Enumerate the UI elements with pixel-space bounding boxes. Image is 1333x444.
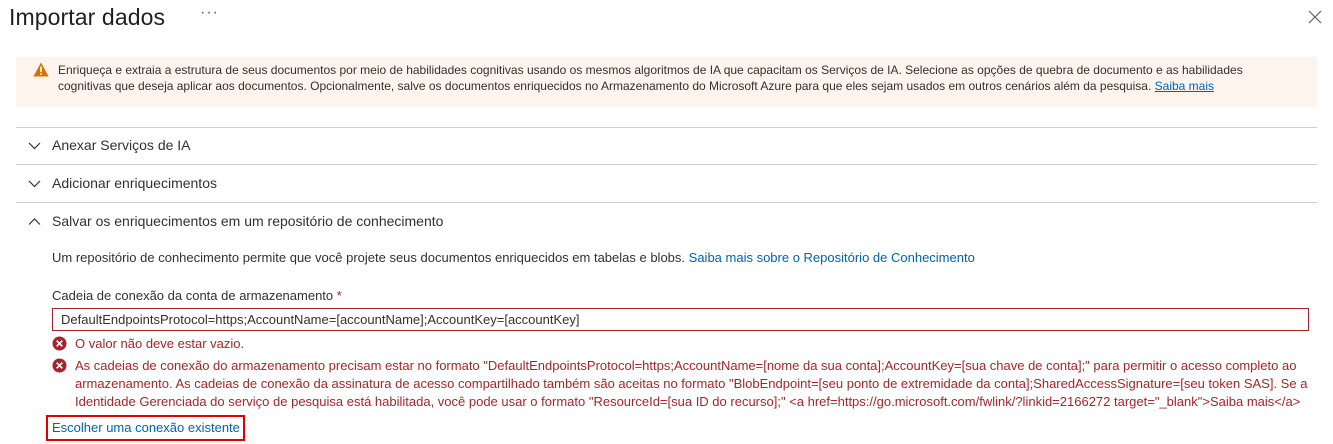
error-icon xyxy=(52,358,67,373)
section-add-enrichments[interactable]: Adicionar enriquecimentos xyxy=(16,166,1317,202)
learn-more-link[interactable]: Saiba mais xyxy=(1155,79,1214,93)
divider xyxy=(16,164,1317,165)
section-attach-ai-services[interactable]: Anexar Serviços de IA xyxy=(16,128,1317,164)
knowledge-store-learn-more-link[interactable]: Saiba mais sobre o Repositório de Conhec… xyxy=(689,250,975,265)
choose-existing-connection-label: Escolher uma conexão existente xyxy=(52,420,240,435)
error-message: O valor não deve estar vazio. xyxy=(52,335,452,353)
page-title: Importar dados xyxy=(9,4,166,30)
error-icon xyxy=(52,336,67,351)
chevron-down-icon xyxy=(28,180,41,188)
connection-string-label: Cadeia de conexão da conta de armazename… xyxy=(52,288,342,303)
choose-existing-connection-link[interactable]: Escolher uma conexão existente xyxy=(46,415,245,441)
section-label: Anexar Serviços de IA xyxy=(52,137,191,153)
divider xyxy=(16,202,1317,203)
knowledge-store-description: Um repositório de conhecimento permite q… xyxy=(52,250,975,265)
field-label-text: Cadeia de conexão da conta de armazename… xyxy=(52,288,334,303)
description-text: Um repositório de conhecimento permite q… xyxy=(52,250,686,265)
error-text: As cadeias de conexão do armazenamento p… xyxy=(75,358,1308,409)
chevron-up-icon xyxy=(28,218,41,225)
banner-text: Enriqueça e extraia a estrutura de seus … xyxy=(58,62,1298,94)
blade-header: Importar dados ··· xyxy=(0,0,1333,44)
section-knowledge-store[interactable]: Salvar os enriquecimentos em um repositó… xyxy=(16,204,1317,240)
warning-icon xyxy=(33,62,49,77)
banner-message: Enriqueça e extraia a estrutura de seus … xyxy=(58,63,1243,93)
section-label: Adicionar enriquecimentos xyxy=(52,175,217,191)
error-message: As cadeias de conexão do armazenamento p… xyxy=(52,357,1322,411)
error-text: O valor não deve estar vazio. xyxy=(75,336,245,351)
section-label: Salvar os enriquecimentos em um repositó… xyxy=(52,213,444,229)
close-icon[interactable] xyxy=(1308,10,1322,24)
info-banner: Enriqueça e extraia a estrutura de seus … xyxy=(16,57,1317,107)
connection-string-input[interactable] xyxy=(52,308,1309,331)
required-marker: * xyxy=(336,288,342,303)
chevron-down-icon xyxy=(28,142,41,150)
more-options-button[interactable]: ··· xyxy=(200,4,219,22)
